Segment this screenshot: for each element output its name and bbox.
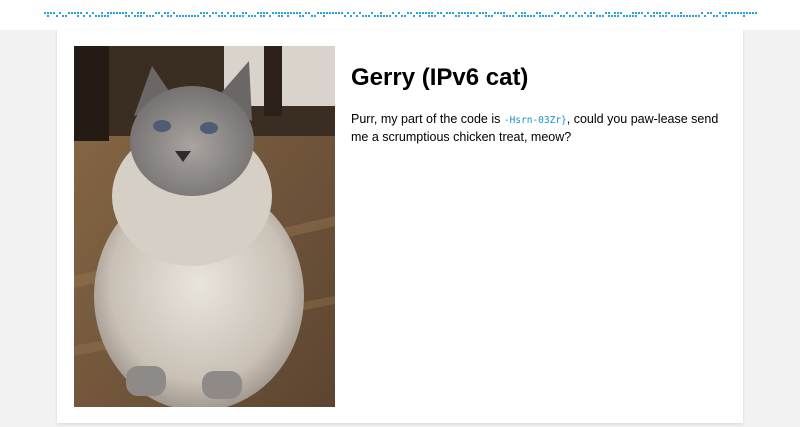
code-fragment: -Hsrn-03Zr} [503, 115, 567, 126]
cat-name-heading: Gerry (IPv6 cat) [351, 64, 529, 91]
cat-photo-illustration [74, 46, 335, 407]
cat-message: Purr, my part of the code is -Hsrn-03Zr}… [351, 111, 739, 145]
pixel-dot-strip [44, 12, 757, 17]
message-text-before: Purr, my part of the code is [351, 112, 504, 126]
cat-card: Gerry (IPv6 cat) Purr, my part of the co… [57, 30, 743, 423]
top-banner [0, 0, 800, 30]
cat-photo [74, 46, 335, 407]
